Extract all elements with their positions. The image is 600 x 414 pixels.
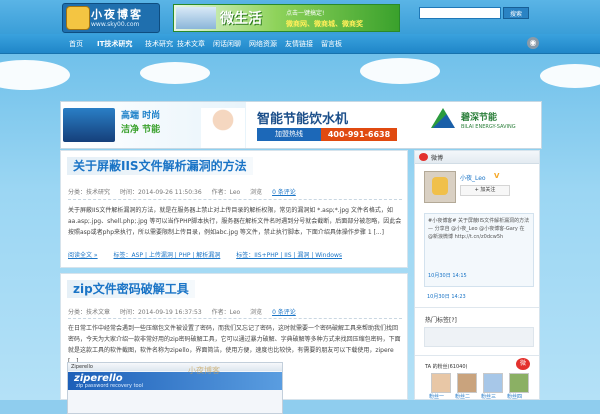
- sidebar-header: 微博: [415, 151, 539, 164]
- hot-tags-box: [424, 327, 534, 347]
- weibo-logo-icon[interactable]: 微: [516, 358, 530, 370]
- post-author: 作者：Leo: [211, 309, 241, 316]
- read-more-link[interactable]: 阅读全文 »: [68, 252, 98, 259]
- ad-line1: 点击一键搞定!: [286, 10, 325, 17]
- top-advertisement[interactable]: 微生活 点击一键搞定! 微商网、微商城、微商奖: [173, 4, 400, 32]
- screenshot-header: ziperello zip password recovery tool: [68, 372, 282, 390]
- nav-item-home[interactable]: 首页: [69, 39, 83, 49]
- weibo-sidebar: 微博 小夜_Leo V + 加关注 #小夜博客# 关于屏蔽IIS文件解析漏洞的方…: [414, 150, 540, 400]
- fan-name[interactable]: 粉丝一: [429, 393, 444, 400]
- banner-woman-image: [201, 108, 245, 148]
- post-meta: 分类：技术文章 时间：2014-09-19 16:37:53 作者：Leo 浏览…: [68, 307, 296, 316]
- hot-tags-label: 热门标签[?]: [425, 317, 457, 324]
- logo-mascot-icon: [66, 6, 90, 30]
- nav-item-articles[interactable]: 技术文章: [177, 39, 205, 49]
- post-title[interactable]: zip文件密码破解工具: [67, 280, 195, 298]
- fan-name[interactable]: 粉丝二: [455, 393, 470, 400]
- main-nav: 首页 IT技术研究 技术研究 技术文章 闲话闲聊 网络资源 友情链接 留言板: [0, 34, 600, 54]
- fan-avatar[interactable]: [431, 373, 451, 393]
- nav-item-guestbook[interactable]: 留言板: [321, 39, 342, 49]
- weibo-user-name[interactable]: 小夜_Leo: [460, 173, 486, 182]
- post-title[interactable]: 关于屏蔽IIS文件解析漏洞的方法: [67, 157, 253, 175]
- post-excerpt: 在日常工作中经常会遇到一些压缩包文件被设置了密码，而我们又忘记了密码，这时就需要…: [68, 325, 401, 365]
- post-screenshot-image: Ziperello ziperello zip password recover…: [67, 362, 283, 414]
- post-date: 时间：2014-09-26 11:50:36: [119, 189, 202, 196]
- post-footer: 阅读全文 » 标签：ASP | 上传漏洞 | PHP | 解析漏洞 标签：IIS…: [68, 250, 356, 259]
- weibo-post: #小夜博客# 关于屏蔽IIS文件解析漏洞的方法 — 分享自 @小夜_Leo @小…: [424, 213, 534, 287]
- banner-brand-en: BILAI ENERGY-SAVING: [461, 124, 516, 130]
- rss-icon[interactable]: ◉: [527, 37, 539, 49]
- post-comments-link[interactable]: 0 条评论: [272, 189, 296, 196]
- fan-avatar[interactable]: [483, 373, 503, 393]
- ad-line2: 微商网、微商城、微商奖: [286, 20, 363, 28]
- post-card: zip文件密码破解工具 分类：技术文章 时间：2014-09-19 16:37:…: [60, 273, 408, 414]
- post-tags-link[interactable]: 标签：ASP | 上传漏洞 | PHP | 解析漏洞: [114, 252, 221, 259]
- fan-name[interactable]: 粉丝四: [507, 393, 522, 400]
- logo-title: 小夜博客: [91, 8, 143, 21]
- post-comments-link[interactable]: 0 条评论: [272, 309, 296, 316]
- watermark: 小夜博客: [188, 366, 220, 375]
- avatar[interactable]: [424, 171, 456, 203]
- ad-image: [176, 7, 216, 29]
- banner-headline: 智能节能饮水机: [257, 112, 349, 127]
- cloud-decoration: [540, 64, 600, 88]
- post-meta: 分类：技术研究 时间：2014-09-26 11:50:36 作者：Leo 浏览…: [68, 187, 296, 196]
- divider: [415, 355, 539, 356]
- nav-item-it[interactable]: IT技术研究: [97, 39, 132, 49]
- banner-brand: 碧深节能: [461, 113, 498, 123]
- banner-hotline-label: 加盟热线: [257, 128, 321, 141]
- verified-badge-icon: V: [494, 172, 500, 180]
- weibo-post-time[interactable]: 10月30日 14:23: [427, 293, 466, 300]
- weibo-post-text: #小夜博客# 关于屏蔽IIS文件解析漏洞的方法 — 分享自 @小夜_Leo @小…: [428, 218, 530, 240]
- logo-url: www.sky00.com: [91, 21, 140, 28]
- weibo-post-time[interactable]: 10月30日 14:15: [428, 272, 467, 279]
- sidebar-header-label: 微博: [431, 155, 444, 162]
- divider: [68, 199, 402, 200]
- weibo-icon: [419, 153, 428, 161]
- banner-slogan1: 高端 时尚: [121, 111, 161, 121]
- cloud-decoration: [360, 58, 440, 84]
- screenshot-window-title: Ziperello: [68, 363, 282, 371]
- follow-button[interactable]: + 加关注: [460, 185, 510, 196]
- header: 小夜博客 www.sky00.com 微生活 点击一键搞定! 微商网、微商城、微…: [0, 0, 600, 34]
- divider: [415, 307, 539, 308]
- cloud-decoration: [140, 62, 210, 84]
- site-logo[interactable]: 小夜博客 www.sky00.com: [62, 3, 160, 33]
- fan-avatar[interactable]: [457, 373, 477, 393]
- fan-avatar[interactable]: [509, 373, 529, 393]
- banner-advertisement[interactable]: 高端 时尚 洁净 节能 智能节能饮水机 加盟热线 400-991-6638 碧深…: [60, 101, 542, 149]
- nav-item-resources[interactable]: 网络资源: [249, 39, 277, 49]
- nav-item-links[interactable]: 友情链接: [285, 39, 313, 49]
- post-date: 时间：2014-09-19 16:37:53: [119, 309, 202, 316]
- post-excerpt: 关于屏蔽IIS文件解析漏洞的方法，就是在服务器上禁止对上传目录的解析权限，常见的…: [68, 207, 402, 236]
- post-author: 作者：Leo: [211, 189, 241, 196]
- banner-slogan2: 洁净 节能: [121, 125, 161, 135]
- fan-name[interactable]: 粉丝三: [481, 393, 496, 400]
- banner-hotline: 400-991-6638: [321, 128, 397, 141]
- search-input[interactable]: [419, 7, 501, 19]
- post-card: 关于屏蔽IIS文件解析漏洞的方法 分类：技术研究 时间：2014-09-26 1…: [60, 150, 408, 268]
- post-views: 浏览: [250, 189, 263, 196]
- nav-item-research[interactable]: 技术研究: [145, 39, 173, 49]
- water-dispenser-image: [63, 108, 115, 142]
- brand-logo-icon: [431, 108, 455, 128]
- post-tags2-link[interactable]: 标签：IIS+PHP | IIS | 漏洞 | Windows: [236, 252, 342, 259]
- post-views: 浏览: [250, 309, 263, 316]
- divider: [68, 318, 402, 319]
- screenshot-app-subtitle: zip password recovery tool: [76, 383, 144, 389]
- nav-item-chat[interactable]: 闲话闲聊: [213, 39, 241, 49]
- ad-big-text: 微生活: [220, 11, 262, 27]
- post-category[interactable]: 分类：技术研究: [68, 189, 110, 196]
- search-button[interactable]: 搜索: [503, 7, 529, 19]
- fans-count: TA 的粉丝(61040): [425, 364, 468, 370]
- post-category[interactable]: 分类：技术文章: [68, 309, 110, 316]
